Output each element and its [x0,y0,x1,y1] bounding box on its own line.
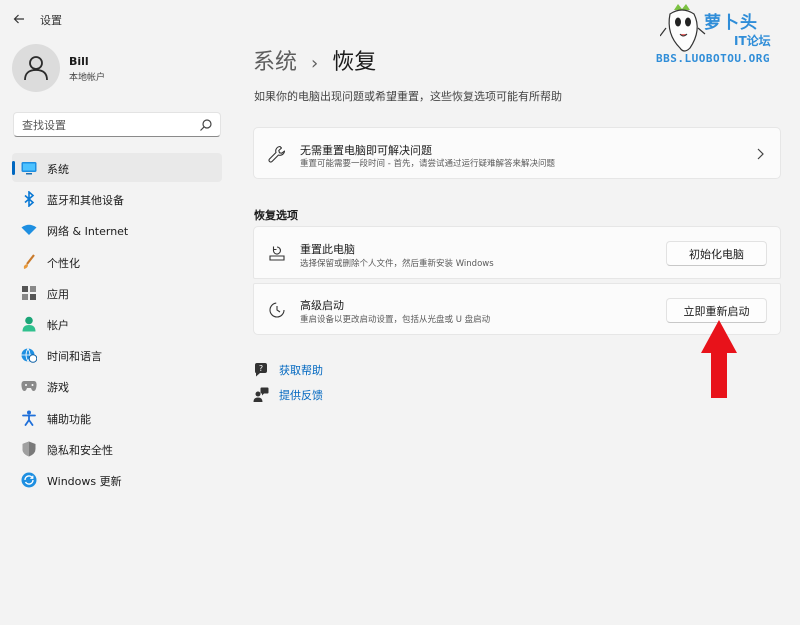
update-icon [21,472,37,488]
watermark-name: 萝卜头 [704,13,758,33]
reset-pc-title: 重置此电脑 [300,243,355,256]
troubleshoot-card[interactable]: 无需重置电脑即可解决问题 重置可能需要一段时间 - 首先，请尝试通过运行疑难解答… [253,127,781,179]
person-icon [24,56,48,81]
sidebar-item-privacy-security[interactable]: 隐私和安全性 [12,434,222,463]
sidebar-nav: 系统 蓝牙和其他设备 网络 & Internet 个性化 应用 帐户 时间和语言… [12,153,222,496]
sidebar-item-personalization[interactable]: 个性化 [12,247,222,276]
sidebar-item-label: 帐户 [47,318,69,332]
sidebar-item-label: 个性化 [47,256,80,270]
red-arrow-annotation [701,320,737,398]
sidebar-item-system[interactable]: 系统 [12,153,222,182]
sidebar-item-bluetooth[interactable]: 蓝牙和其他设备 [12,184,222,213]
sidebar-item-time-language[interactable]: 时间和语言 [12,340,222,369]
sidebar-item-label: 时间和语言 [47,350,102,364]
sidebar-item-label: 辅助功能 [47,412,91,426]
account-type: 本地帐户 [69,73,106,83]
sidebar-item-accounts[interactable]: 帐户 [12,309,222,338]
wrench-icon [268,145,286,163]
search-input[interactable] [22,117,192,133]
user-name: Bill [69,55,89,68]
breadcrumb: 系统 › 恢复 [253,44,376,76]
radish-mascot-icon [660,4,706,52]
accessibility-icon [21,410,37,426]
back-arrow-icon [13,14,24,24]
sidebar-item-label: Windows 更新 [47,474,122,488]
page-title: 恢复 [332,50,377,75]
sidebar-item-accessibility[interactable]: 辅助功能 [12,403,222,432]
recovery-options-heading: 恢复选项 [254,209,298,222]
sidebar-item-label: 游戏 [47,381,69,395]
wifi-icon [21,222,37,238]
forum-watermark: 萝卜头 IT论坛 BBS.LUOBOTOU.ORG [656,2,794,72]
reset-pc-icon [268,244,286,262]
globe-clock-icon [21,347,37,363]
svg-text:?: ? [259,364,263,373]
reset-pc-button[interactable]: 初始化电脑 [666,241,767,266]
feedback-icon [253,387,269,403]
breadcrumb-separator: › [311,53,319,74]
sidebar-item-apps[interactable]: 应用 [12,278,222,307]
sidebar-item-network[interactable]: 网络 & Internet [12,215,222,244]
chevron-right-icon [757,148,764,160]
search-icon[interactable] [199,118,213,132]
get-help-label[interactable]: 获取帮助 [279,362,323,378]
sidebar-item-gaming[interactable]: 游戏 [12,371,222,400]
avatar [12,44,60,92]
page-subtitle: 如果你的电脑出现问题或希望重置，这些恢复选项可能有所帮助 [254,90,562,103]
feedback-label[interactable]: 提供反馈 [279,387,323,403]
help-chat-icon: ? [253,362,269,378]
sidebar-item-label: 系统 [47,163,69,176]
monitor-icon [21,160,37,176]
sidebar-item-windows-update[interactable]: Windows 更新 [12,465,222,494]
gamepad-icon [21,378,37,394]
breadcrumb-parent[interactable]: 系统 [253,44,297,76]
back-button[interactable] [8,8,30,30]
sidebar-item-label: 蓝牙和其他设备 [47,194,124,208]
advanced-startup-icon [268,301,286,319]
search-box[interactable] [13,112,221,137]
feedback-link[interactable]: 提供反馈 [253,387,323,403]
watermark-forum: IT论坛 [734,34,771,48]
advanced-startup-title: 高级启动 [300,299,344,312]
reset-pc-description: 选择保留或删除个人文件，然后重新安装 Windows [300,259,494,269]
sidebar-item-label: 网络 & Internet [47,225,129,239]
get-help-link[interactable]: ? 获取帮助 [253,362,323,378]
brush-icon [21,253,37,270]
advanced-startup-description: 重启设备以更改启动设置，包括从光盘或 U 盘启动 [300,315,491,325]
sidebar-item-label: 应用 [47,287,69,301]
watermark-url: BBS.LUOBOTOU.ORG [656,52,770,65]
person-icon [21,316,37,332]
troubleshoot-description: 重置可能需要一段时间 - 首先，请尝试通过运行疑难解答来解决问题 [300,159,555,169]
apps-icon [21,285,37,301]
bluetooth-icon [21,191,37,208]
sidebar-item-label: 隐私和安全性 [47,443,113,457]
troubleshoot-title: 无需重置电脑即可解决问题 [300,144,432,157]
shield-icon [21,441,37,457]
app-title: 设置 [40,14,62,27]
reset-pc-card: 重置此电脑 选择保留或删除个人文件，然后重新安装 Windows 初始化电脑 [253,226,781,279]
